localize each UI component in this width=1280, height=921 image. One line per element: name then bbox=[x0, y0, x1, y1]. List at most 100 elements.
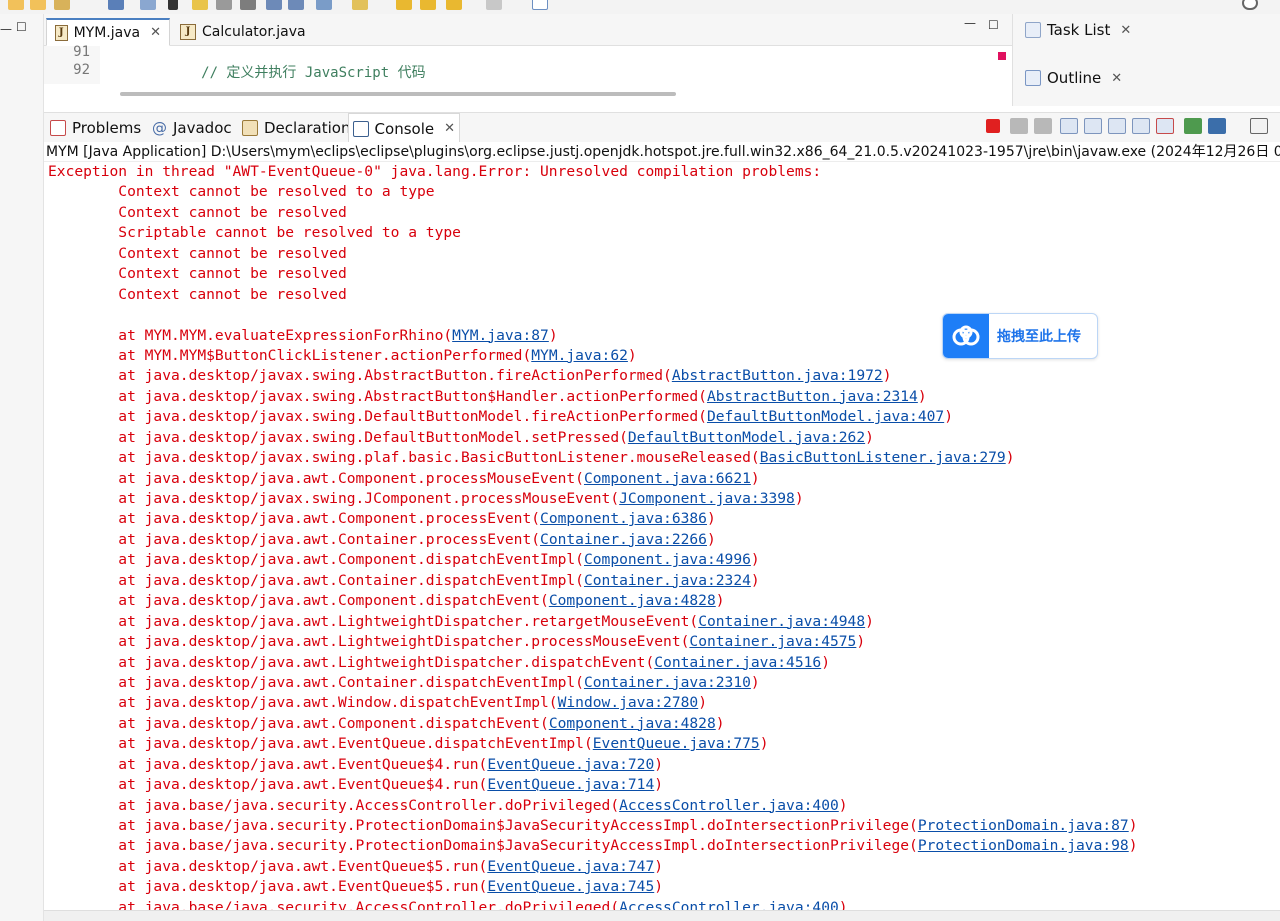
source-link[interactable]: MYM.java:87 bbox=[452, 327, 549, 344]
console-icon bbox=[353, 120, 369, 137]
upload-drop-widget[interactable]: 拖拽至此上传 bbox=[942, 313, 1098, 359]
source-link[interactable]: Container.java:2324 bbox=[584, 572, 751, 589]
code-comment[interactable]: // 定义并执行 JavaScript 代码 bbox=[100, 62, 425, 82]
source-link[interactable]: Container.java:2310 bbox=[584, 674, 751, 691]
source-link[interactable]: EventQueue.java:747 bbox=[487, 858, 654, 875]
source-link[interactable]: AbstractButton.java:1972 bbox=[672, 367, 883, 384]
console-horizontal-scrollbar[interactable] bbox=[44, 910, 1280, 921]
console-line-text: at java.desktop/java.awt.EventQueue$5.ru… bbox=[48, 857, 488, 875]
back-icon[interactable] bbox=[396, 0, 412, 10]
source-link[interactable]: Component.java:6621 bbox=[584, 470, 751, 487]
editor-horizontal-scrollbar[interactable] bbox=[120, 92, 676, 96]
tab-console[interactable]: Console ✕ bbox=[348, 113, 460, 143]
source-link[interactable]: BasicButtonListener.java:279 bbox=[760, 449, 1006, 466]
terminate-icon[interactable] bbox=[986, 119, 1000, 133]
previous-edit-icon[interactable] bbox=[446, 0, 462, 10]
close-icon[interactable]: ✕ bbox=[444, 121, 455, 136]
stack-trace-line: at java.desktop/java.awt.Component.dispa… bbox=[48, 591, 1138, 611]
stack-trace-line: at java.desktop/java.awt.EventQueue$4.ru… bbox=[48, 775, 1138, 795]
run-icon[interactable] bbox=[108, 0, 124, 10]
show-on-stderr-icon[interactable] bbox=[1156, 118, 1174, 134]
maximize-icon[interactable]: ☐ bbox=[16, 20, 27, 34]
console-line: Context cannot be resolved bbox=[48, 285, 1138, 305]
source-link[interactable]: AccessController.java:400 bbox=[619, 899, 839, 910]
search-toolbar-icon[interactable] bbox=[1242, 0, 1258, 10]
show-on-stdout-icon[interactable] bbox=[1132, 118, 1150, 134]
editor-minimize-icon[interactable]: — bbox=[964, 16, 976, 30]
tab-mym-java[interactable]: J MYM.java ✕ bbox=[46, 18, 170, 46]
build-icon[interactable] bbox=[54, 0, 70, 10]
close-icon[interactable]: ✕ bbox=[1120, 23, 1131, 38]
open-folder-icon[interactable] bbox=[8, 0, 24, 10]
pin-console-icon[interactable] bbox=[1184, 118, 1202, 134]
display-console-icon[interactable] bbox=[1208, 118, 1226, 134]
console-line-text: at java.desktop/java.awt.Container.dispa… bbox=[48, 673, 584, 691]
task-list-label: Task List bbox=[1047, 21, 1111, 39]
forward-icon[interactable] bbox=[420, 0, 436, 10]
source-link[interactable]: Container.java:4948 bbox=[698, 613, 865, 630]
source-link[interactable]: ProtectionDomain.java:87 bbox=[918, 817, 1129, 834]
source-link[interactable]: Component.java:6386 bbox=[540, 510, 707, 527]
console-line-text: at java.desktop/java.awt.LightweightDisp… bbox=[48, 612, 699, 630]
source-link[interactable]: Container.java:2266 bbox=[540, 531, 707, 548]
next-edit-icon[interactable] bbox=[486, 0, 502, 10]
tab-problems[interactable]: Problems bbox=[46, 113, 145, 143]
source-link[interactable]: Component.java:4996 bbox=[584, 551, 751, 568]
mark-icon[interactable] bbox=[240, 0, 256, 10]
java-file-icon: J bbox=[180, 24, 196, 40]
tab-outline[interactable]: Outline ✕ bbox=[1025, 69, 1122, 87]
cursor-icon[interactable] bbox=[168, 0, 178, 10]
source-link[interactable]: Container.java:4516 bbox=[654, 654, 821, 671]
source-link[interactable]: Window.java:2780 bbox=[558, 694, 699, 711]
tab-declaration[interactable]: Declaration bbox=[238, 113, 354, 143]
console-line-text: at java.desktop/javax.swing.JComponent.p… bbox=[48, 490, 620, 507]
pilcrow-icon[interactable] bbox=[288, 0, 304, 10]
editor-maximize-icon[interactable]: ☐ bbox=[988, 18, 999, 32]
clear-console-icon[interactable] bbox=[1060, 118, 1078, 134]
stack-trace-line: at java.desktop/java.awt.Component.proce… bbox=[48, 469, 1138, 489]
annotation-icon[interactable] bbox=[266, 0, 282, 10]
stack-trace-line: at java.desktop/javax.swing.plaf.basic.B… bbox=[48, 448, 1138, 468]
source-link[interactable]: AccessController.java:400 bbox=[619, 797, 839, 814]
stack-trace-line: at java.desktop/java.awt.EventQueue$4.ru… bbox=[48, 755, 1138, 775]
console-output[interactable]: Exception in thread "AWT-EventQueue-0" j… bbox=[44, 162, 1280, 910]
source-link[interactable]: EventQueue.java:775 bbox=[593, 735, 760, 752]
close-icon[interactable]: ✕ bbox=[150, 25, 161, 40]
close-icon[interactable]: ✕ bbox=[1111, 71, 1122, 86]
task-list-icon bbox=[1025, 22, 1041, 38]
console-line-text: Context cannot be resolved bbox=[48, 203, 347, 221]
tab-javadoc[interactable]: @ Javadoc bbox=[148, 113, 236, 143]
console-line: Scriptable cannot be resolved to a type bbox=[48, 223, 1138, 243]
source-link[interactable]: EventQueue.java:720 bbox=[487, 756, 654, 773]
search-icon[interactable] bbox=[140, 0, 156, 10]
source-link[interactable]: DefaultButtonModel.java:407 bbox=[707, 408, 944, 425]
source-link[interactable]: Component.java:4828 bbox=[549, 715, 716, 732]
minimize-icon[interactable]: — bbox=[0, 22, 12, 36]
source-link[interactable]: AbstractButton.java:2314 bbox=[707, 388, 918, 405]
source-link[interactable]: Container.java:4575 bbox=[689, 633, 856, 650]
right-panel-stack: Task List ✕ Outline ✕ bbox=[1012, 14, 1280, 106]
open-file-icon[interactable] bbox=[30, 0, 46, 10]
history-icon[interactable] bbox=[352, 0, 368, 10]
source-link[interactable]: DefaultButtonModel.java:262 bbox=[628, 429, 865, 446]
source-link[interactable]: JComponent.java:3398 bbox=[619, 490, 795, 507]
error-overview-marker[interactable] bbox=[998, 52, 1006, 60]
pin-icon[interactable] bbox=[532, 0, 548, 10]
navigate-icon[interactable] bbox=[316, 0, 332, 10]
source-link[interactable]: MYM.java:62 bbox=[531, 347, 628, 364]
console-line-tail: ) bbox=[1128, 837, 1138, 855]
remove-all-terminated-icon[interactable] bbox=[1034, 118, 1052, 134]
open-console-icon[interactable] bbox=[1250, 118, 1268, 134]
remove-launch-icon[interactable] bbox=[1010, 118, 1028, 134]
tab-calculator-java[interactable]: J Calculator.java bbox=[172, 18, 332, 46]
scroll-lock-icon[interactable] bbox=[1084, 118, 1102, 134]
source-link[interactable]: EventQueue.java:745 bbox=[487, 878, 654, 895]
word-wrap-icon[interactable] bbox=[1108, 118, 1126, 134]
source-link[interactable]: Component.java:4828 bbox=[549, 592, 716, 609]
highlight-icon[interactable] bbox=[192, 0, 208, 10]
tab-label: Javadoc bbox=[173, 119, 232, 137]
toggle-icon[interactable] bbox=[216, 0, 232, 10]
source-link[interactable]: ProtectionDomain.java:98 bbox=[918, 837, 1129, 854]
tab-task-list[interactable]: Task List ✕ bbox=[1025, 21, 1131, 39]
source-link[interactable]: EventQueue.java:714 bbox=[487, 776, 654, 793]
